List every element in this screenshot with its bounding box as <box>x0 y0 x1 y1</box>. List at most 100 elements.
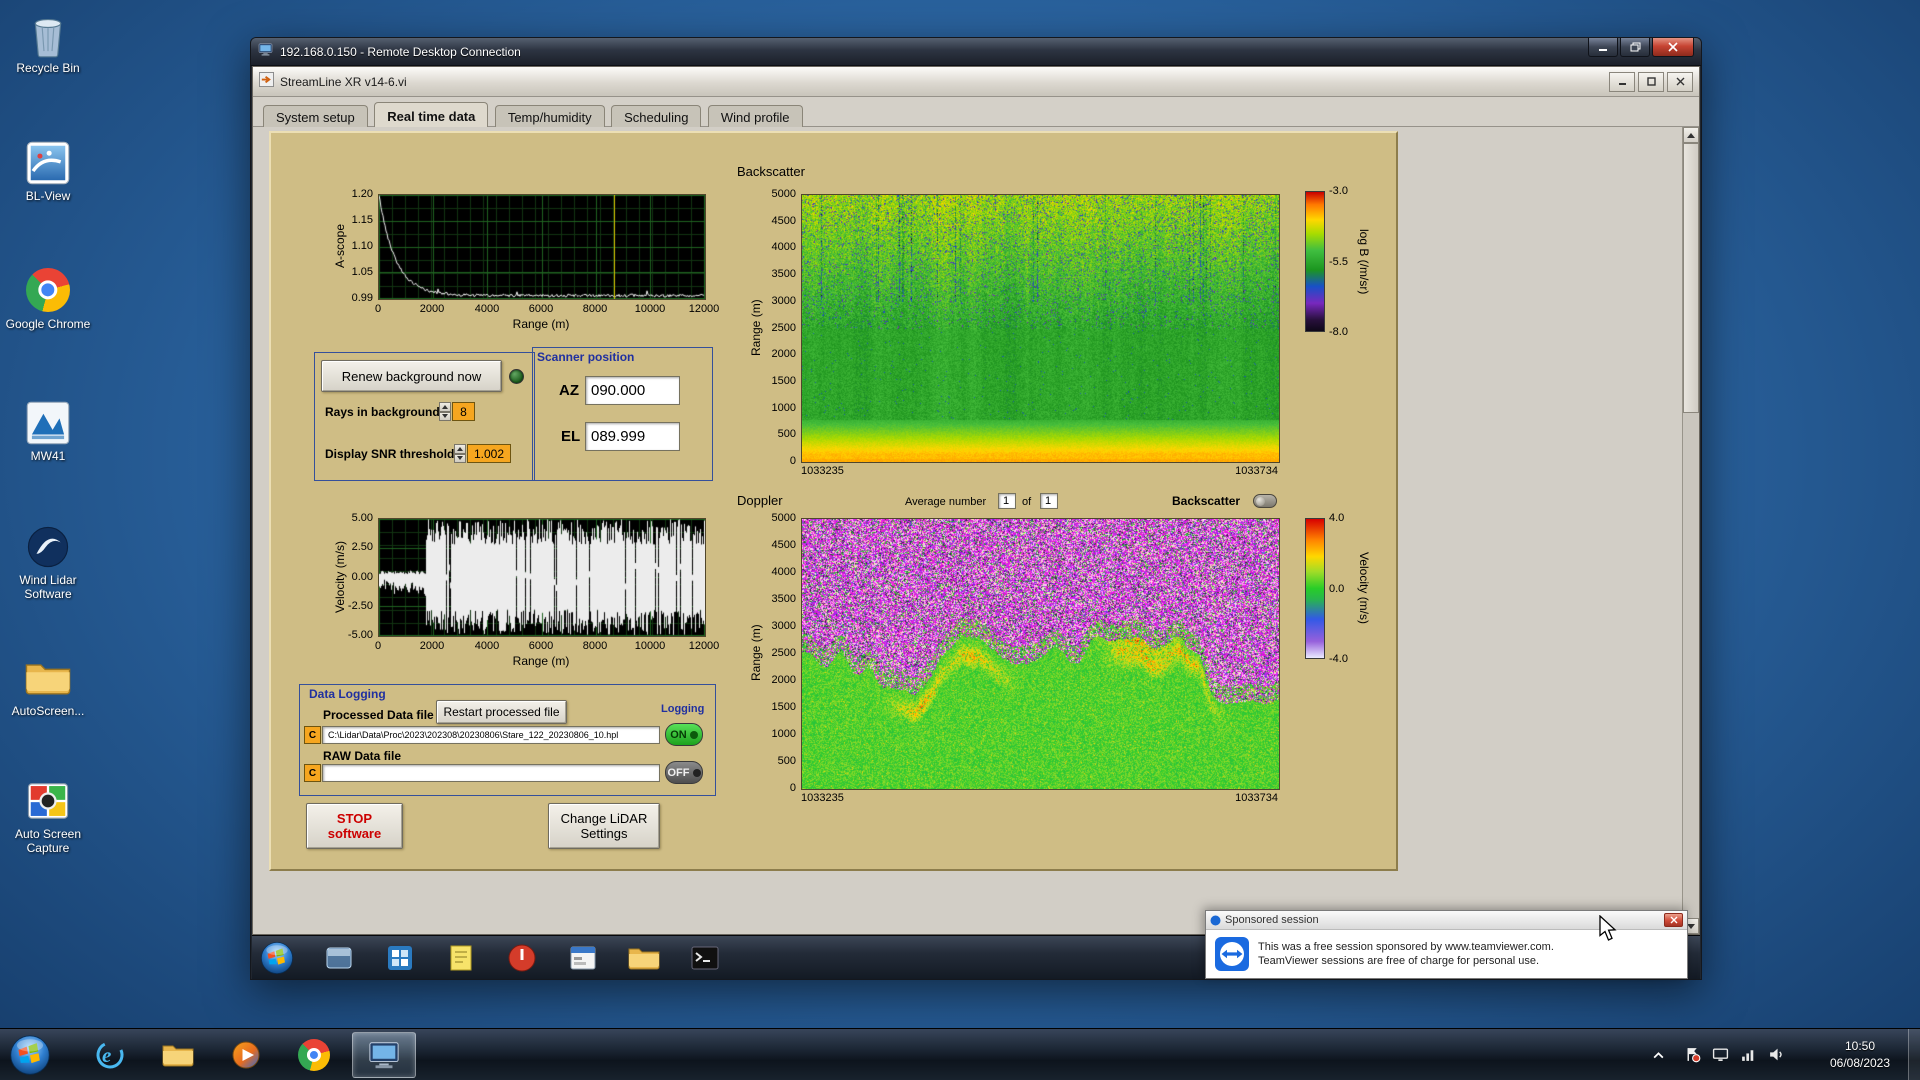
taskbar-rdp-icon[interactable] <box>352 1032 416 1078</box>
taskbar-clock[interactable]: 10:50 06/08/2023 <box>1814 1038 1906 1072</box>
doppler-x-start: 1033235 <box>801 792 844 804</box>
rays-spinner[interactable] <box>439 402 451 421</box>
svg-text:e: e <box>102 1043 111 1067</box>
sponsored-session-titlebar[interactable]: Sponsored session <box>1206 911 1687 930</box>
logging-label: Logging <box>661 703 705 715</box>
labview-titlebar[interactable]: StreamLine XR v14-6.vi <box>253 67 1699 97</box>
doppler-colorbar-label: Velocity (m/s) <box>1357 552 1371 625</box>
popup-close-button[interactable] <box>1664 913 1683 927</box>
backscatter-toggle[interactable] <box>1253 494 1277 508</box>
desktop-icon-bl-view[interactable]: BL-View <box>4 140 92 203</box>
desktop: Recycle Bin BL-View Google Chrome MW41 W… <box>0 0 1920 1080</box>
tick-label: 8000 <box>582 640 608 652</box>
ascope-x-ticks: 0 2000 4000 6000 8000 10000 12000 <box>375 303 719 316</box>
backscatter-heatmap <box>801 194 1280 463</box>
desktop-icon-mw41[interactable]: MW41 <box>4 400 92 463</box>
remote-taskbar-grid-app-icon[interactable] <box>384 942 416 974</box>
desktop-icon-auto-screen-capture[interactable]: Auto Screen Capture <box>4 778 92 855</box>
desktop-icon-wind-lidar[interactable]: Wind Lidar Software <box>4 524 92 601</box>
rdp-restore-button[interactable] <box>1620 38 1650 57</box>
rdp-close-button[interactable] <box>1652 38 1694 57</box>
remote-taskbar-cmd-icon[interactable] <box>689 942 721 974</box>
tick-label: 2.50 <box>351 541 373 553</box>
taskbar-explorer-icon[interactable] <box>148 1032 208 1078</box>
remote-start-button[interactable] <box>260 941 294 975</box>
show-desktop-button[interactable] <box>1908 1029 1920 1080</box>
tray-volume-icon[interactable] <box>1768 1046 1785 1063</box>
scroll-up-button[interactable] <box>1683 127 1699 143</box>
taskbar-chrome-icon[interactable] <box>284 1032 344 1078</box>
processed-path-field[interactable]: C:\Lidar\Data\Proc\2023\202308\20230806\… <box>322 726 660 744</box>
remote-taskbar-window-icon[interactable] <box>323 942 355 974</box>
tick-label: 1.15 <box>351 214 373 226</box>
desktop-icon-label: Wind Lidar Software <box>19 573 77 601</box>
tray-network-icon[interactable] <box>1740 1046 1757 1063</box>
remote-taskbar-folder-icon[interactable] <box>628 942 660 974</box>
tray-display-icon[interactable] <box>1712 1046 1729 1063</box>
ascope-x-axis-label: Range (m) <box>512 317 570 331</box>
el-value-field[interactable]: 089.999 <box>585 422 680 451</box>
labview-window: StreamLine XR v14-6.vi System setup Real… <box>252 66 1700 935</box>
rdp-window-title: 192.168.0.150 - Remote Desktop Connectio… <box>280 44 521 59</box>
remote-taskbar-notes-icon[interactable] <box>445 942 477 974</box>
average-number-label: Average number <box>905 496 987 508</box>
labview-close-button[interactable] <box>1667 71 1693 92</box>
tab-real-time-data[interactable]: Real time data <box>374 102 489 129</box>
tick-label: 2000 <box>419 640 445 652</box>
vertical-scrollbar[interactable] <box>1682 127 1699 934</box>
processed-drive-box[interactable]: C <box>304 726 321 744</box>
snr-spinner[interactable] <box>454 444 466 463</box>
tick-label: 0 <box>789 455 796 467</box>
mw41-icon <box>25 400 71 446</box>
change-lidar-settings-button[interactable]: Change LiDAR Settings <box>548 803 660 849</box>
labview-minimize-button[interactable] <box>1609 71 1635 92</box>
desktop-icon-autoscreen-folder[interactable]: AutoScreen... <box>4 655 92 718</box>
desktop-icon-recycle-bin[interactable]: Recycle Bin <box>4 12 92 75</box>
rays-value-field[interactable]: 8 <box>452 402 475 421</box>
average-number-field[interactable]: 1 <box>998 493 1016 509</box>
tick-label: 6000 <box>528 303 554 315</box>
taskbar-media-player-icon[interactable] <box>216 1032 276 1078</box>
scrollbar-thumb[interactable] <box>1683 143 1699 413</box>
raw-logging-toggle[interactable]: OFF <box>665 761 703 784</box>
desktop-icon-label: Recycle Bin <box>16 61 80 75</box>
labview-app-icon <box>259 71 274 92</box>
taskbar-ie-icon[interactable]: e <box>80 1032 140 1078</box>
labview-maximize-button[interactable] <box>1638 71 1664 92</box>
backscatter-y-axis-label: Range (m) <box>749 299 763 356</box>
ascope-y-ticks: 1.20 1.15 1.10 1.05 0.99 <box>331 188 375 304</box>
doppler-y-axis-label: Range (m) <box>749 624 763 682</box>
start-button[interactable] <box>4 1032 56 1078</box>
tick-label: 2500 <box>771 647 796 659</box>
backscatter-title: Backscatter <box>737 164 805 179</box>
tick-label: 1.20 <box>351 188 373 200</box>
remote-taskbar-app-window-icon[interactable] <box>567 942 599 974</box>
tray-flag-icon[interactable] <box>1684 1046 1701 1063</box>
toggle-led <box>689 730 698 739</box>
backscatter-toggle-label: Backscatter <box>1172 494 1241 508</box>
tick-label: 0 <box>374 640 382 652</box>
snr-value-field[interactable]: 1.002 <box>467 444 511 463</box>
raw-drive-box[interactable]: C <box>304 764 321 782</box>
tick-label: 1000 <box>771 402 796 414</box>
restart-processed-file-button[interactable]: Restart processed file <box>436 700 567 724</box>
tick-label: 1500 <box>771 375 796 387</box>
backscatter-x-end: 1033734 <box>1235 465 1278 477</box>
processed-logging-toggle[interactable]: ON <box>665 723 703 746</box>
average-count-field[interactable]: 1 <box>1040 493 1058 509</box>
desktop-icon-google-chrome[interactable]: Google Chrome <box>4 268 92 331</box>
renew-background-button[interactable]: Renew background now <box>321 360 502 392</box>
az-value-field[interactable]: 090.000 <box>585 376 680 405</box>
taskbar: e 10:50 06/08/2023 <box>0 1028 1920 1080</box>
tray-chevron-icon[interactable] <box>1652 1049 1665 1062</box>
raw-path-field[interactable] <box>322 764 660 782</box>
rdp-minimize-button[interactable] <box>1588 38 1618 57</box>
tick-label: 4000 <box>771 241 796 253</box>
stop-software-button[interactable]: STOP software <box>306 803 403 849</box>
ascope-graph <box>378 194 706 300</box>
rdp-titlebar[interactable]: 192.168.0.150 - Remote Desktop Connectio… <box>251 38 1701 66</box>
desktop-icon-label: MW41 <box>30 449 66 463</box>
tick-label: 4.0 <box>1329 512 1345 524</box>
remote-taskbar-power-app-icon[interactable] <box>506 942 538 974</box>
tick-label: 10000 <box>634 303 666 315</box>
